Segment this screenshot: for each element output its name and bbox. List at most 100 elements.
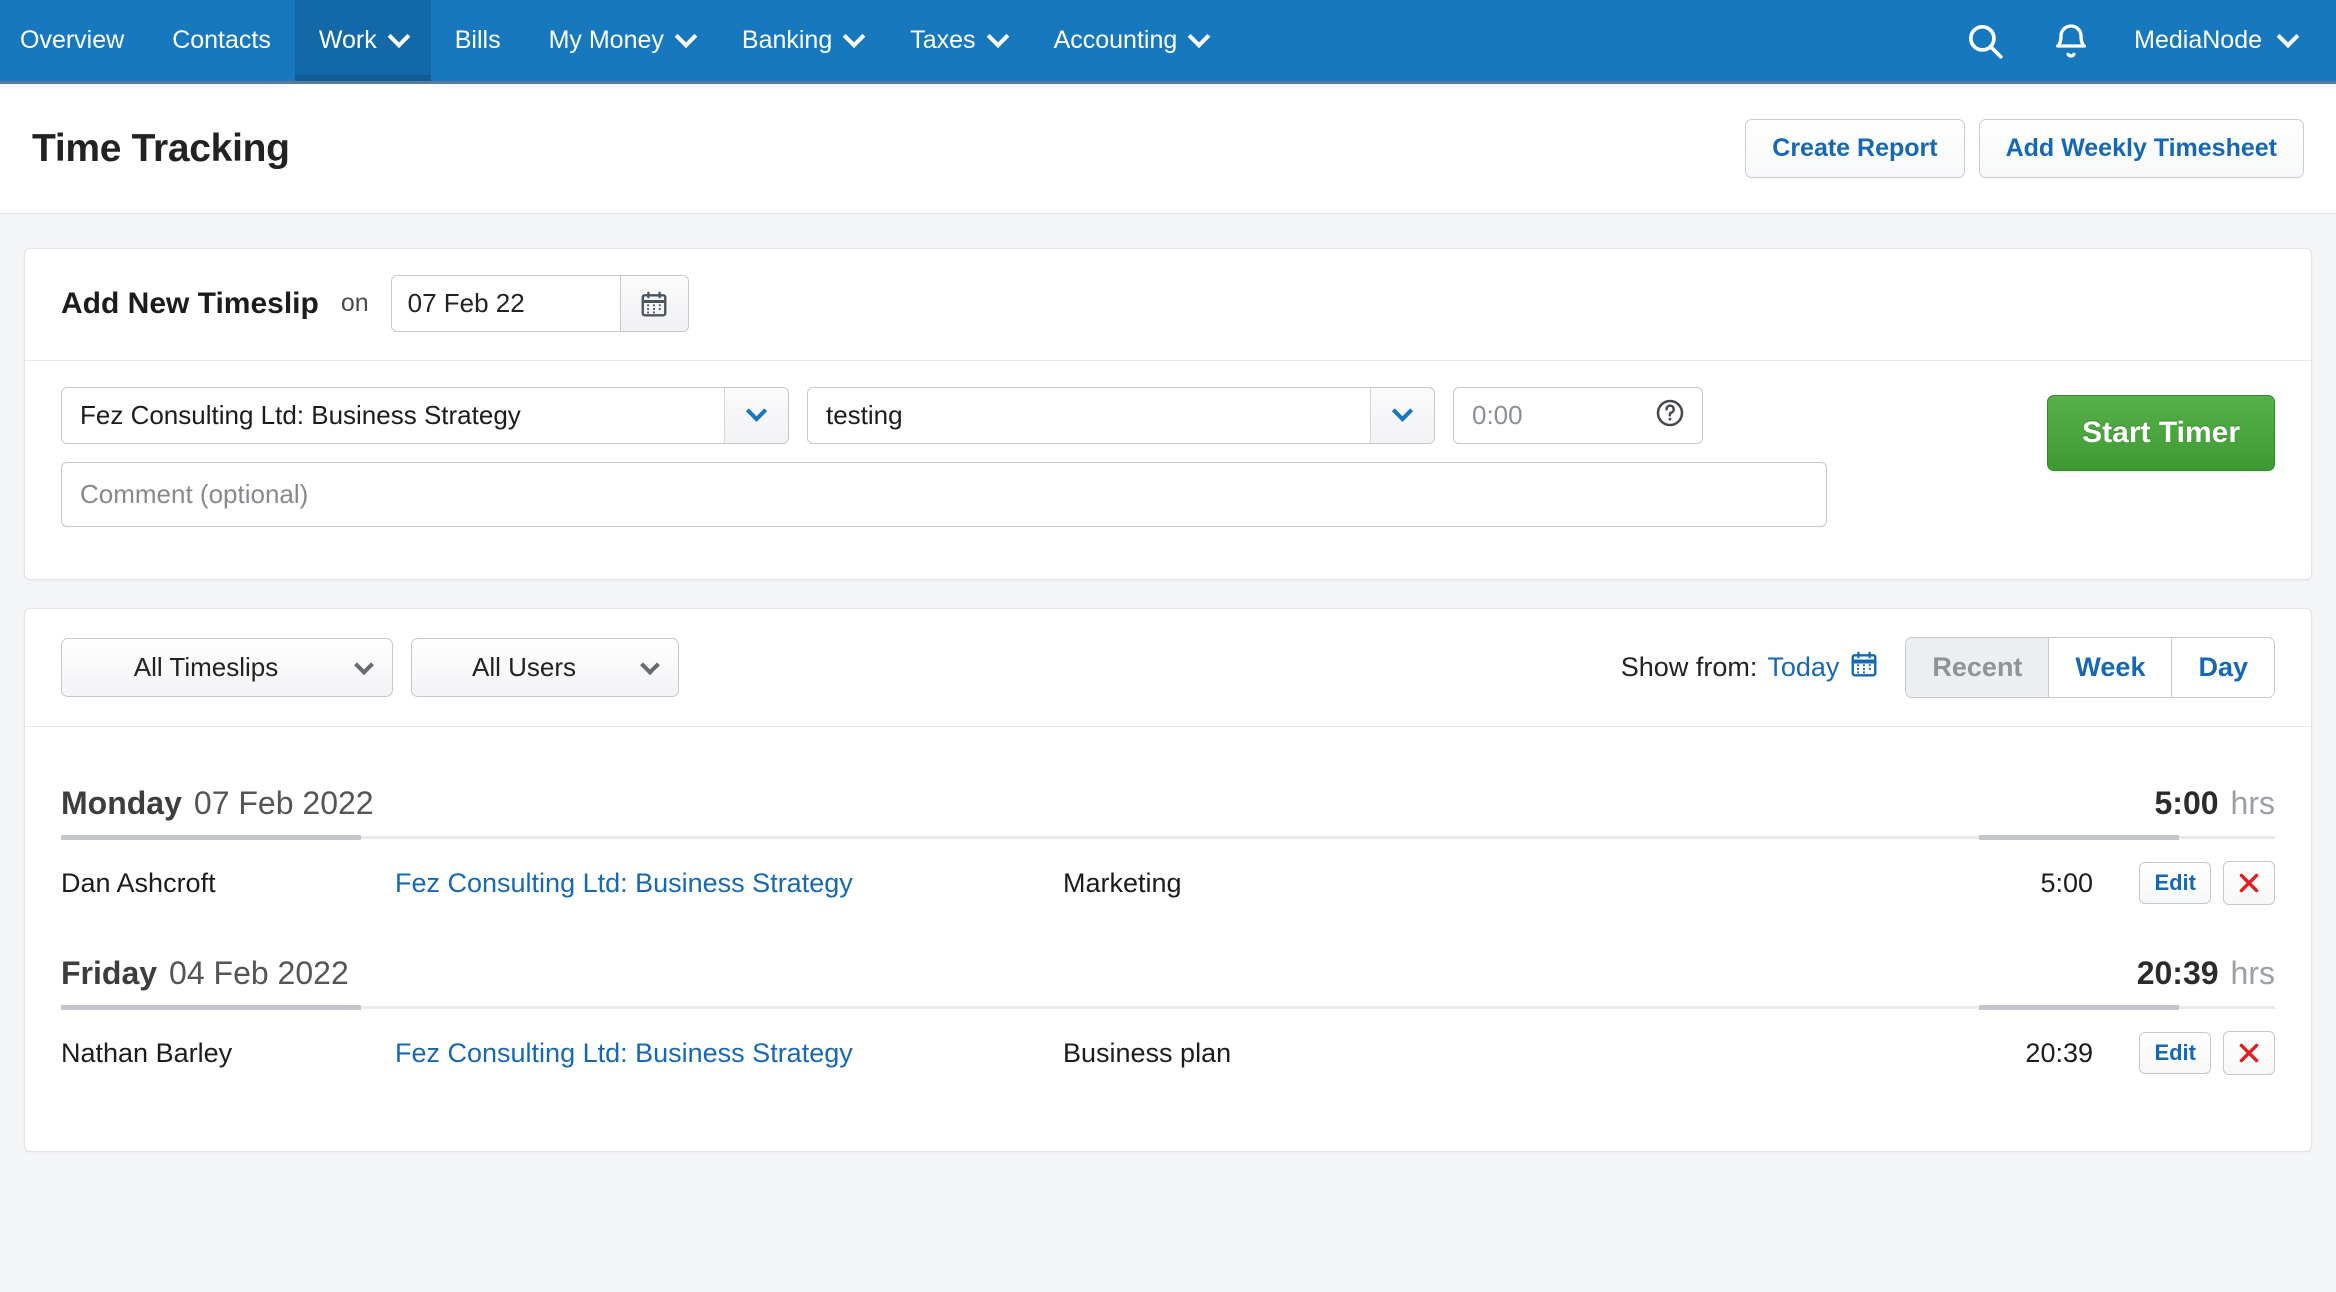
account-label: MediaNode xyxy=(2134,26,2262,54)
project-dropdown-button[interactable] xyxy=(724,388,788,443)
nav-item-work[interactable]: Work xyxy=(294,0,431,81)
segment-recent[interactable]: Recent xyxy=(1906,638,2049,697)
row-time: 20:39 xyxy=(2025,1037,2093,1068)
day-group-divider xyxy=(61,835,2275,840)
row-task: Business plan xyxy=(1063,1037,1232,1068)
nav-item-label: Taxes xyxy=(910,26,976,54)
row-actions: Edit xyxy=(2119,1031,2275,1075)
nav-item-label: My Money xyxy=(548,26,664,54)
create-report-button[interactable]: Create Report xyxy=(1745,119,1965,178)
chevron-down-icon xyxy=(2276,24,2300,48)
chevron-down-icon xyxy=(1187,24,1211,48)
timeslip-field-row-2 xyxy=(61,462,1983,527)
nav-item-overview[interactable]: Overview xyxy=(0,0,148,81)
nav-item-accounting[interactable]: Accounting xyxy=(1030,0,1232,81)
nav-right-group: MediaNode xyxy=(1942,0,2336,81)
add-new-timeslip-card: Add New Timeslip on 07 Feb 22 Fez Consul… xyxy=(24,248,2312,580)
start-timer-button[interactable]: Start Timer xyxy=(2047,395,2275,471)
day-total-unit: hrs xyxy=(2230,785,2275,821)
nav-item-my-money[interactable]: My Money xyxy=(525,0,718,81)
chevron-down-icon xyxy=(1391,400,1414,422)
delete-button[interactable] xyxy=(2223,1031,2275,1075)
chevron-down-icon xyxy=(745,400,768,422)
chevron-down-icon xyxy=(986,24,1009,48)
row-project-link[interactable]: Fez Consulting Ltd: Business Strategy xyxy=(395,1038,1063,1069)
timeslip-body: Start Timer xyxy=(25,361,2311,579)
show-from-label: Show from: xyxy=(1620,652,1758,682)
row-time: 5:00 xyxy=(2040,867,2093,898)
chevron-down-icon xyxy=(387,24,411,48)
bell-icon[interactable] xyxy=(2028,0,2114,83)
segment-week[interactable]: Week xyxy=(2048,638,2172,697)
day-total: 5:00 xyxy=(2154,785,2219,821)
timeslip-groups: Monday 07 Feb 2022 5:00 hrs Dan Ashcroft Fez … xyxy=(25,727,2311,1151)
timeslip-title: Add New Timeslip xyxy=(61,286,319,320)
filter-bar: All Timeslips All Users Show from: Today xyxy=(25,609,2311,727)
page-header: Time Tracking Create Report Add Weekly T… xyxy=(0,84,2336,214)
day-group: Monday 07 Feb 2022 5:00 hrs Dan Ashcroft Fez … xyxy=(61,755,2275,925)
nav-item-label: Banking xyxy=(741,26,833,54)
day-total: 20:39 xyxy=(2136,955,2219,991)
nav-item-taxes[interactable]: Taxes xyxy=(886,0,1029,81)
project-combo xyxy=(61,387,789,444)
edit-button[interactable]: Edit xyxy=(2139,1032,2211,1074)
duration-field xyxy=(1453,387,1703,444)
header-actions: Create Report Add Weekly Timesheet xyxy=(1745,119,2304,178)
timer-actions: Start Timer xyxy=(1983,387,2275,545)
delete-button[interactable] xyxy=(2223,861,2275,905)
row-actions: Edit xyxy=(2119,861,2275,905)
show-from-control: Show from: Today xyxy=(1621,649,1880,686)
table-row: Dan Ashcroft Fez Consulting Ltd: Business… xyxy=(61,839,2275,925)
nav-item-label: Contacts xyxy=(172,26,271,54)
day-group-header: Friday 04 Feb 2022 20:39 hrs xyxy=(61,925,2275,992)
row-user: Nathan Barley xyxy=(61,1037,233,1068)
users-filter-select[interactable]: All Users xyxy=(411,638,679,697)
nav-item-contacts[interactable]: Contacts xyxy=(148,0,295,81)
comment-field xyxy=(61,462,1827,527)
calendar-icon[interactable] xyxy=(619,276,688,331)
row-project-link[interactable]: Fez Consulting Ltd: Business Strategy xyxy=(395,868,1063,899)
timeslips-filter: All Timeslips xyxy=(61,638,393,697)
project-input[interactable] xyxy=(62,388,724,443)
timeslip-header: Add New Timeslip on xyxy=(25,249,2311,361)
segment-day[interactable]: Day xyxy=(2171,638,2274,697)
nav-item-bills[interactable]: Bills xyxy=(431,0,525,81)
timeslip-list-card: All Timeslips All Users Show from: Today xyxy=(24,608,2312,1152)
day-of-week: Monday xyxy=(61,785,182,821)
nav-items: Overview Contacts Work Bills My Money Banking… xyxy=(0,0,1231,81)
edit-button[interactable]: Edit xyxy=(2139,862,2211,904)
day-group-header: Monday 07 Feb 2022 5:00 hrs xyxy=(61,755,2275,822)
range-segmented-control: Recent Week Day xyxy=(1905,637,2275,698)
search-icon[interactable] xyxy=(1942,0,2028,83)
day-of-week: Friday xyxy=(61,955,158,991)
comment-input[interactable] xyxy=(62,463,1826,526)
timeslip-date-input[interactable] xyxy=(391,276,620,331)
day-date: 07 Feb 2022 xyxy=(193,785,374,821)
duration-input[interactable] xyxy=(1454,388,1654,443)
calendar-icon[interactable] xyxy=(1849,649,1879,686)
show-from-value[interactable]: Today xyxy=(1767,652,1839,683)
timeslip-date-field xyxy=(390,275,689,332)
timeslips-filter-select[interactable]: All Timeslips xyxy=(61,638,393,697)
account-menu[interactable]: MediaNode xyxy=(2114,24,2312,55)
task-combo xyxy=(807,387,1435,444)
day-group-divider xyxy=(61,1005,2275,1010)
row-user: Dan Ashcroft xyxy=(61,867,216,898)
top-navigation-bar: Overview Contacts Work Bills My Money Banking… xyxy=(0,0,2336,84)
nav-item-label: Bills xyxy=(454,26,501,54)
day-date: 04 Feb 2022 xyxy=(169,955,349,991)
nav-item-label: Overview xyxy=(20,26,125,54)
row-task: Marketing xyxy=(1063,867,1182,898)
question-circle-icon[interactable] xyxy=(1654,397,1686,434)
add-weekly-timesheet-button[interactable]: Add Weekly Timesheet xyxy=(1978,119,2304,178)
timeslip-fields xyxy=(61,387,1983,545)
timeslip-on-label: on xyxy=(340,289,369,317)
nav-item-label: Accounting xyxy=(1053,26,1178,54)
task-dropdown-button[interactable] xyxy=(1370,388,1434,443)
chevron-down-icon xyxy=(674,24,698,48)
nav-item-banking[interactable]: Banking xyxy=(718,0,886,81)
table-row: Nathan Barley Fez Consulting Ltd: Busines… xyxy=(61,1009,2275,1095)
nav-item-label: Work xyxy=(318,26,377,54)
task-input[interactable] xyxy=(808,388,1370,443)
chevron-down-icon xyxy=(842,24,866,48)
